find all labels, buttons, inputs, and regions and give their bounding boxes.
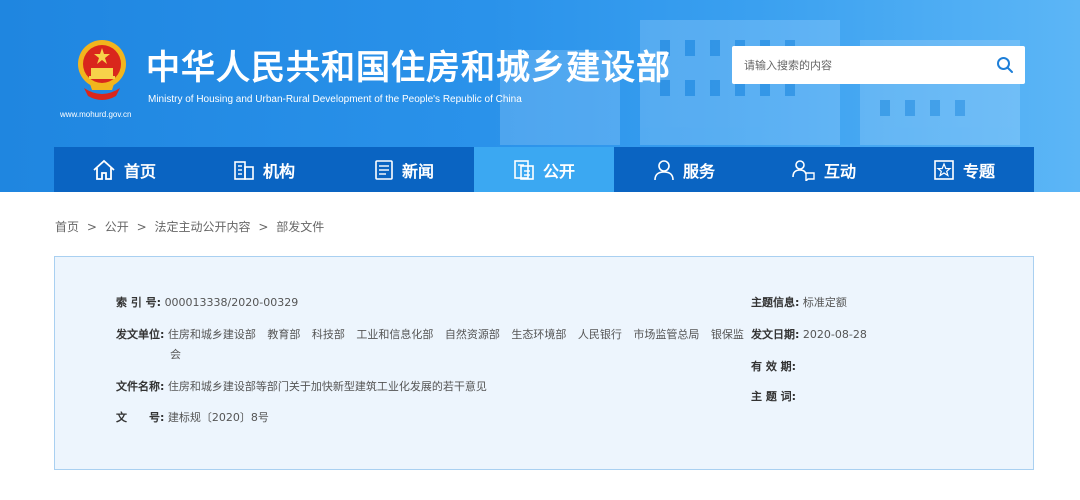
issuer-item: 自然资源部 xyxy=(444,328,500,341)
interact-icon xyxy=(792,159,815,181)
search-button[interactable] xyxy=(985,46,1025,84)
building-icon xyxy=(234,160,254,180)
issue-date-value: 2020-08-28 xyxy=(802,328,867,341)
document-icon xyxy=(514,159,534,180)
breadcrumb-link-statutory[interactable]: 法定主动公开内容 xyxy=(154,220,250,234)
site-subtitle: Ministry of Housing and Urban-Rural Deve… xyxy=(148,94,522,105)
topic-icon xyxy=(934,159,954,180)
index-number-value: 000013338/2020-00329 xyxy=(164,296,299,309)
home-icon xyxy=(93,159,115,180)
nav-item-public[interactable]: 公开 xyxy=(474,147,614,192)
topic-info-value: 标准定额 xyxy=(802,296,847,309)
nav-item-label: 专题 xyxy=(962,161,995,181)
person-icon xyxy=(654,159,674,180)
nav-item-interaction[interactable]: 互动 xyxy=(754,147,894,192)
index-number-label: 索 引 号: xyxy=(116,296,162,309)
issuing-units-row: 发文单位: 住房和城乡建设部 教育部 科技部 工业和信息化部 自然资源部 生态环… xyxy=(116,326,752,342)
nav-item-news[interactable]: 新闻 xyxy=(334,147,474,192)
nav-item-label: 机构 xyxy=(262,161,295,181)
nav-item-label: 公开 xyxy=(542,161,575,181)
document-number-row: 文 号: 建标规〔2020〕8号 xyxy=(116,409,269,425)
search-box xyxy=(732,46,1025,84)
news-icon xyxy=(375,159,393,180)
nav-item-label: 服务 xyxy=(682,161,715,181)
breadcrumb-separator: > xyxy=(258,220,269,234)
issuer-item: 教育部 xyxy=(267,328,301,341)
nav-item-topics[interactable]: 专题 xyxy=(894,147,1034,192)
document-number-value: 建标规〔2020〕8号 xyxy=(167,411,269,424)
main-nav: 首页 机构 新闻 公开 服务 互动 专题 xyxy=(54,147,1034,192)
validity-label: 有 效 期: xyxy=(751,360,797,373)
document-info-panel: 索 引 号: 000013338/2020-00329 发文单位: 住房和城乡建… xyxy=(54,256,1034,470)
index-number-row: 索 引 号: 000013338/2020-00329 xyxy=(116,294,298,310)
nav-item-label: 新闻 xyxy=(401,161,434,181)
document-number-label: 文 号: xyxy=(116,411,165,424)
issuer-item: 银保监 xyxy=(710,328,744,341)
topic-info-row: 主题信息: 标准定额 xyxy=(751,294,847,310)
issuer-item: 市场监管总局 xyxy=(633,328,700,341)
issuer-item: 生态环境部 xyxy=(511,328,567,341)
issuer-item: 人民银行 xyxy=(577,328,622,341)
breadcrumb-separator: > xyxy=(86,220,97,234)
national-emblem-icon xyxy=(76,34,128,106)
breadcrumb: 首页 > 公开 > 法定主动公开内容 > 部发文件 xyxy=(55,218,324,235)
document-name-value: 住房和城乡建设部等部门关于加快新型建筑工业化发展的若干意见 xyxy=(167,380,487,393)
issuer-item: 工业和信息化部 xyxy=(356,328,434,341)
validity-row: 有 效 期: xyxy=(751,358,796,374)
breadcrumb-link-home[interactable]: 首页 xyxy=(55,220,79,234)
keywords-row: 主 题 词: xyxy=(751,388,796,404)
issuer-item-wrap: 会 xyxy=(170,348,181,361)
document-name-row: 文件名称: 住房和城乡建设部等部门关于加快新型建筑工业化发展的若干意见 xyxy=(116,378,487,394)
issuer-item: 科技部 xyxy=(311,328,345,341)
site-title: 中华人民共和国住房和城乡建设部 xyxy=(146,48,671,88)
nav-item-label: 首页 xyxy=(123,161,156,181)
issue-date-row: 发文日期: 2020-08-28 xyxy=(751,326,867,342)
search-input[interactable] xyxy=(732,46,985,84)
keywords-label: 主 题 词: xyxy=(751,390,797,403)
topic-info-label: 主题信息: xyxy=(751,296,800,309)
issuer-item: 住房和城乡建设部 xyxy=(167,328,256,341)
breadcrumb-link-public[interactable]: 公开 xyxy=(105,220,129,234)
nav-item-service[interactable]: 服务 xyxy=(614,147,754,192)
breadcrumb-separator: > xyxy=(136,220,147,234)
nav-item-home[interactable]: 首页 xyxy=(54,147,194,192)
nav-item-label: 互动 xyxy=(823,161,856,181)
nav-item-institutions[interactable]: 机构 xyxy=(194,147,334,192)
issuing-units-label: 发文单位: xyxy=(116,328,165,341)
breadcrumb-link-ministry-docs[interactable]: 部发文件 xyxy=(276,220,324,234)
document-name-label: 文件名称: xyxy=(116,380,165,393)
site-url: www.mohurd.gov.cn xyxy=(60,110,132,119)
search-icon xyxy=(997,57,1013,73)
issue-date-label: 发文日期: xyxy=(751,328,800,341)
